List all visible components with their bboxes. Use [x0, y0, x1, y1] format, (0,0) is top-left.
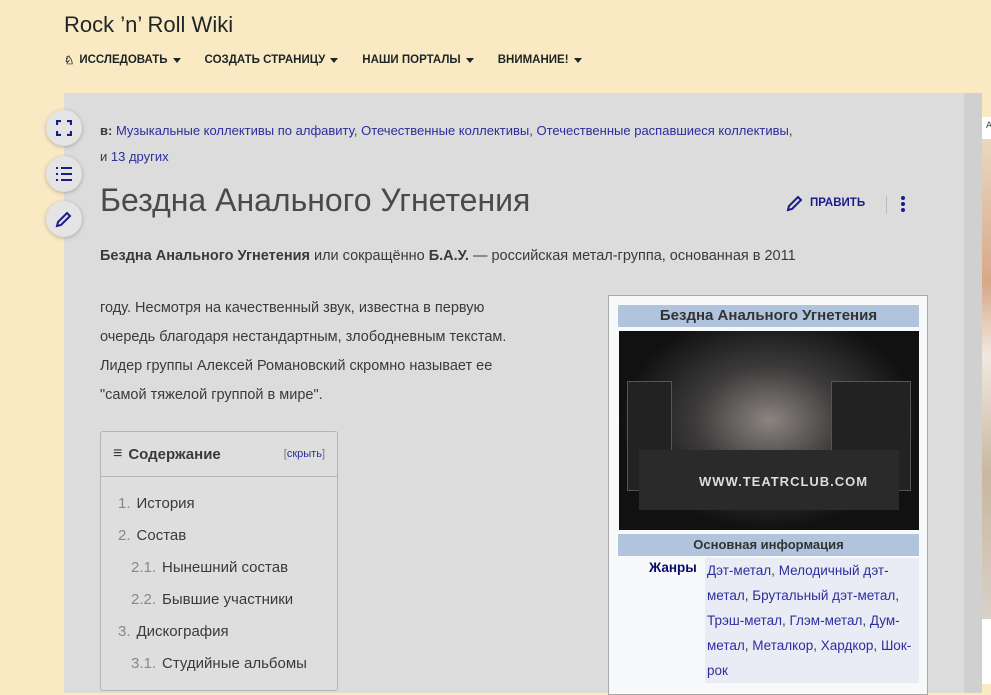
- band-photo[interactable]: WWW.TEATRCLUB.COM: [619, 331, 919, 530]
- caret-down-icon: [330, 57, 339, 63]
- right-rail-divider: [964, 93, 982, 693]
- infobox: Бездна Анального Угнетения WWW.TEATRCLUB…: [608, 295, 928, 695]
- category-link[interactable]: Отечественные распавшиеся коллективы: [537, 123, 789, 138]
- toc-item[interactable]: 3. Дискография: [101, 616, 337, 648]
- toc-item[interactable]: 3.1. Студийные альбомы: [101, 648, 337, 680]
- caret-down-icon: [172, 57, 181, 63]
- toc-button[interactable]: [46, 156, 82, 192]
- edit-tool-button[interactable]: [46, 201, 82, 237]
- kebab-icon: [901, 196, 905, 212]
- nav-explore[interactable]: ♘ ИССЛЕДОВАТЬ: [64, 53, 181, 67]
- category-link[interactable]: Музыкальные коллективы по алфавиту: [116, 123, 354, 138]
- divider: [886, 196, 887, 214]
- site-title[interactable]: Rock ’n’ Roll Wiki: [64, 12, 233, 38]
- table-of-contents: ≡ Содержание [скрыть] 1. История 2. Состав 2…: [100, 431, 338, 691]
- genres-label: Жанры: [649, 560, 697, 575]
- expand-icon: [56, 120, 72, 136]
- category-list: в: Музыкальные коллективы по алфавиту, О…: [100, 123, 793, 164]
- caret-down-icon: [573, 57, 582, 63]
- toc-item[interactable]: 2.1. Нынешний состав: [101, 552, 337, 584]
- caret-down-icon: [465, 57, 474, 63]
- right-rail: A: [982, 117, 991, 684]
- pencil-icon: [786, 195, 803, 212]
- genres-value: Дэт-метал, Мелодичный дэт-метал, Бруталь…: [705, 558, 919, 683]
- nav-attention[interactable]: ВНИМАНИЕ!: [498, 53, 582, 67]
- more-options-button[interactable]: [900, 195, 906, 217]
- main-nav: ♘ ИССЛЕДОВАТЬ СОЗДАТЬ СТРАНИЦУ НАШИ ПОРТА…: [64, 53, 606, 67]
- toc-hide-link[interactable]: скрыть: [287, 448, 322, 460]
- nav-portals[interactable]: НАШИ ПОРТАЛЫ: [362, 53, 474, 67]
- pencil-icon: [55, 211, 72, 228]
- nav-create-page[interactable]: СОЗДАТЬ СТРАНИЦУ: [205, 53, 339, 67]
- edit-button[interactable]: ПРАВИТЬ: [786, 194, 865, 212]
- category-link[interactable]: Отечественные коллективы: [361, 123, 529, 138]
- toc-item[interactable]: 1. История: [101, 488, 337, 520]
- toc-item[interactable]: 2. Состав: [101, 520, 337, 552]
- list-icon: ≡: [113, 445, 123, 462]
- list-icon: [56, 167, 72, 181]
- more-categories-link[interactable]: 13 других: [111, 149, 169, 164]
- explore-icon: ♘: [64, 55, 75, 67]
- fullscreen-button[interactable]: [46, 110, 82, 146]
- infobox-title: Бездна Анального Угнетения: [618, 305, 919, 327]
- ad-image[interactable]: [982, 139, 991, 619]
- toc-item[interactable]: 2.2. Бывшие участники: [101, 584, 337, 616]
- infobox-section: Основная информация: [618, 534, 919, 556]
- intro-paragraph: году. Несмотря на качественный звук, изв…: [100, 300, 507, 403]
- page-title: Бездна Анального Угнетения: [100, 182, 531, 218]
- intro-first-line: Бездна Анального Угнетения или сокращённ…: [100, 248, 796, 264]
